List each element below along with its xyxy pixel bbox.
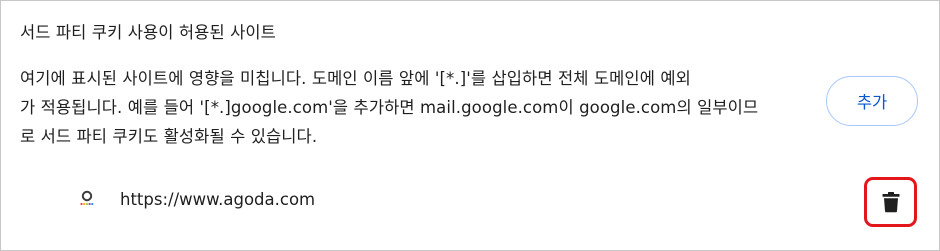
site-list-item: https://www.agoda.com [1,173,939,229]
description-line: 가 적용됩니다. 예를 들어 '[*.]google.com'을 추가하면 ma… [20,98,759,117]
description-line: 여기에 표시된 사이트에 영향을 미칩니다. 도메인 이름 앞에 '[*.]'를… [20,69,691,88]
section-title: 서드 파티 쿠키 사용이 허용된 사이트 [20,23,276,42]
cookie-allowed-sites-panel: 서드 파티 쿠키 사용이 허용된 사이트 여기에 표시된 사이트에 영향을 미칩… [0,0,940,251]
delete-site-button[interactable] [864,177,917,227]
trash-icon [882,191,900,213]
section-description: 여기에 표시된 사이트에 영향을 미칩니다. 도메인 이름 앞에 '[*.]'를… [20,64,805,151]
description-line: 로 서드 파티 쿠키도 활성화될 수 있습니다. [20,127,318,146]
site-url: https://www.agoda.com [120,190,316,209]
add-site-button[interactable]: 추가 [826,76,918,126]
agoda-favicon-icon [79,189,95,211]
